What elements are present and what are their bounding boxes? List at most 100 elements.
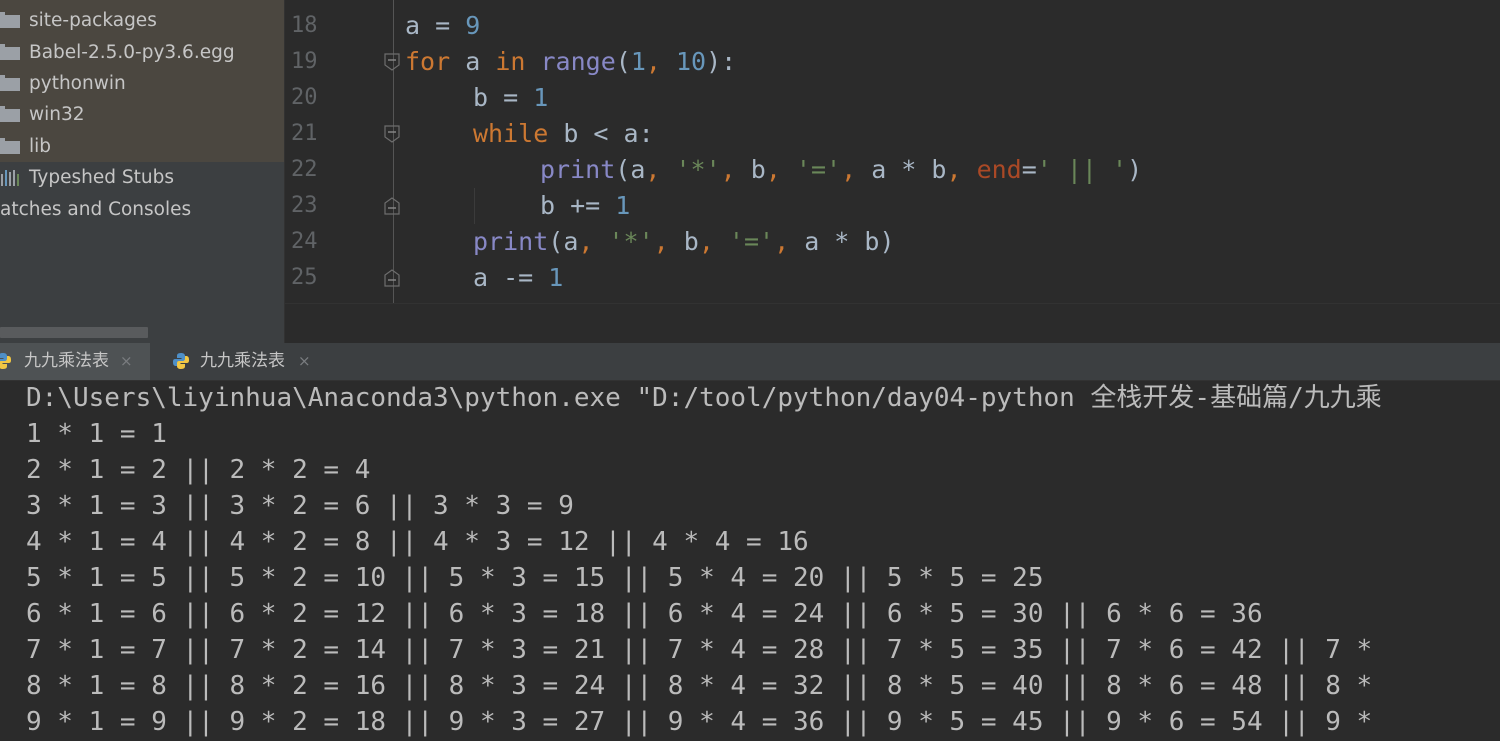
tree-item-label: Babel-2.5.0-py3.6.egg (29, 42, 235, 63)
code-token: b (540, 191, 556, 220)
code-token: = (1021, 155, 1037, 184)
library-icon (0, 170, 22, 186)
run-tab-active[interactable]: 九九乘法表 × (0, 343, 150, 380)
code-token: a * b) (804, 227, 895, 256)
line-number: 22 (291, 157, 318, 182)
code-token: a (450, 47, 496, 76)
console-line: 5 * 1 = 5 || 5 * 2 = 10 || 5 * 3 = 15 ||… (26, 563, 1044, 593)
code-line-21[interactable]: while b < a: (473, 116, 654, 152)
console-line: 1 * 1 = 1 (26, 419, 167, 449)
close-icon[interactable]: × (120, 343, 133, 380)
python-icon (173, 353, 189, 369)
console-line: 4 * 1 = 4 || 4 * 2 = 8 || 4 * 3 = 12 || … (26, 527, 809, 557)
line-number: 24 (291, 229, 318, 254)
console-line: 7 * 1 = 7 || 7 * 2 = 14 || 7 * 3 = 21 ||… (26, 635, 1373, 665)
console-line: 6 * 1 = 6 || 6 * 2 = 12 || 6 * 3 = 18 ||… (26, 599, 1263, 629)
line-number: 20 (291, 85, 318, 110)
code-line-24[interactable]: print(a, '*', b, '=', a * b) (473, 224, 895, 260)
code-token: while (473, 119, 549, 148)
code-token: , (698, 227, 729, 256)
tree-item-label: atches and Consoles (0, 199, 192, 220)
folder-icon (0, 75, 20, 91)
code-token: print (473, 227, 549, 256)
code-token: end (976, 155, 1022, 184)
python-icon (0, 353, 11, 369)
folder-icon (0, 12, 20, 28)
code-line-22[interactable]: print(a, '*', b, '=', a * b, end=' || ') (540, 152, 1142, 188)
code-token: '=' (728, 227, 775, 256)
editor-bottom-area (285, 303, 1500, 344)
code-token: (a (615, 155, 646, 184)
code-token: b (683, 227, 699, 256)
project-tree-panel: site-packages Babel-2.5.0-py3.6.egg pyth… (0, 0, 284, 343)
console-line: 9 * 1 = 9 || 9 * 2 = 18 || 9 * 3 = 27 ||… (26, 707, 1373, 737)
close-icon[interactable]: × (298, 343, 311, 380)
code-token: (a (548, 227, 579, 256)
code-token: -= (488, 263, 549, 292)
code-token: b (473, 83, 489, 112)
code-token: , (645, 47, 676, 76)
line-number: 25 (291, 265, 318, 290)
folder-icon (0, 44, 20, 60)
code-token: 1 (615, 191, 631, 220)
run-tab[interactable]: 九九乘法表 × (150, 343, 330, 380)
tree-item-label: win32 (29, 104, 85, 125)
tree-item-label: lib (29, 136, 52, 157)
line-number: 21 (291, 121, 318, 146)
code-token: in (495, 47, 526, 76)
code-line-19[interactable]: for a in range(1, 10): (405, 44, 736, 80)
code-token: a * b (871, 155, 947, 184)
fold-end-icon[interactable] (383, 268, 401, 288)
line-number: 23 (291, 193, 318, 218)
code-line-23[interactable]: b += 1 (540, 188, 630, 224)
run-tab-bar: 九九乘法表 × 九九乘法表 × (0, 343, 1500, 381)
code-line-18[interactable]: a = 9 (405, 8, 480, 44)
code-token: '=' (795, 155, 842, 184)
code-token: ( (615, 47, 631, 76)
code-token: = (488, 83, 534, 112)
folder-icon (0, 106, 20, 122)
fold-collapse-icon[interactable] (383, 52, 401, 72)
code-token: 1 (548, 263, 564, 292)
code-token: range (540, 47, 616, 76)
code-token: print (540, 155, 616, 184)
gutter-divider (393, 0, 394, 303)
tree-item-label: pythonwin (29, 73, 126, 94)
code-token: , (841, 155, 872, 184)
code-token: b (750, 155, 766, 184)
code-line-25[interactable]: a -= 1 (473, 260, 563, 296)
line-number: 18 (291, 13, 318, 38)
code-line-20[interactable]: b = 1 (473, 80, 548, 116)
code-token: b < a: (548, 119, 654, 148)
code-token: '*' (675, 155, 721, 184)
code-token: , (720, 155, 751, 184)
tree-item-label: site-packages (29, 10, 157, 31)
code-token: '*' (608, 227, 654, 256)
code-token: 9 (465, 11, 481, 40)
code-token: , (946, 155, 977, 184)
run-tab-label: 九九乘法表 (200, 351, 285, 371)
code-token: 1 (630, 47, 646, 76)
code-token: , (765, 155, 796, 184)
ide-window: site-packages Babel-2.5.0-py3.6.egg pyth… (0, 0, 1500, 741)
code-token: ): (706, 47, 737, 76)
run-tab-label: 九九乘法表 (24, 351, 109, 371)
code-token: 1 (533, 83, 549, 112)
tree-item-label: Typeshed Stubs (29, 167, 174, 188)
code-token: += (555, 191, 616, 220)
code-token: , (645, 155, 676, 184)
console-line: 3 * 1 = 3 || 3 * 2 = 6 || 3 * 3 = 9 (26, 491, 574, 521)
code-token: , (774, 227, 805, 256)
code-token: a (473, 263, 489, 292)
code-token: for (405, 47, 451, 76)
console-line: D:\Users\liyinhua\Anaconda3\python.exe "… (26, 383, 1382, 413)
code-token: 10 (675, 47, 707, 76)
code-token: = (420, 11, 466, 40)
indent-guide (474, 188, 475, 224)
sidebar-horizontal-scrollbar[interactable] (0, 327, 148, 338)
fold-end-icon[interactable] (383, 196, 401, 216)
code-token: ' || ' (1036, 155, 1128, 184)
code-token: ) (1127, 155, 1143, 184)
fold-collapse-icon[interactable] (383, 124, 401, 144)
